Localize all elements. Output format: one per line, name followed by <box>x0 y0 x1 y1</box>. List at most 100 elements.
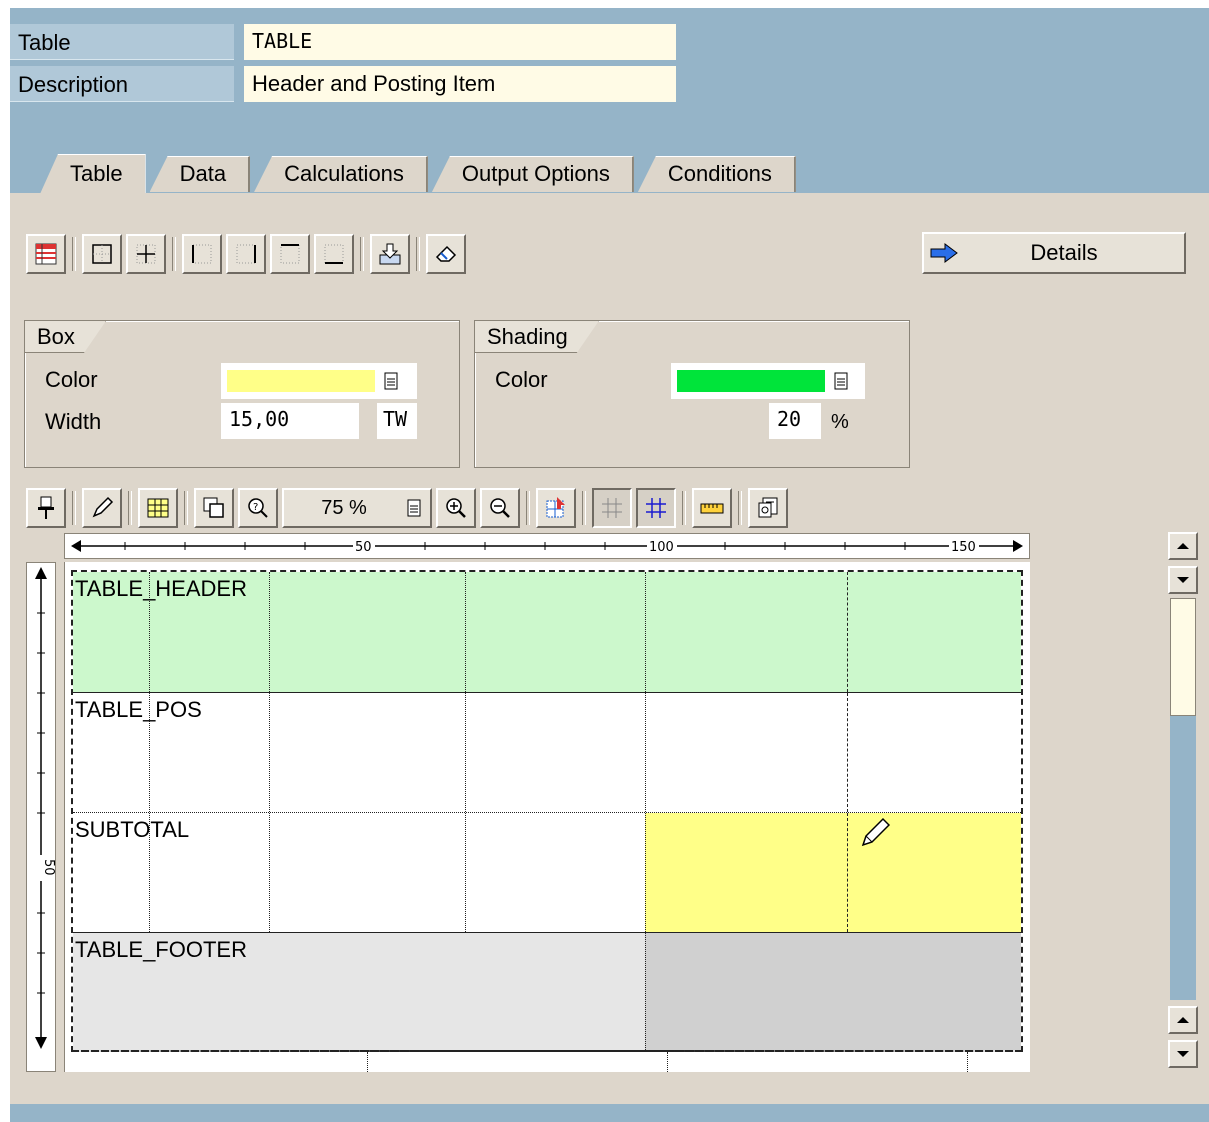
percent-unit: % <box>831 411 849 433</box>
toolbar-separator <box>72 491 76 525</box>
zoom-out-button[interactable] <box>480 488 520 528</box>
details-label: Details <box>1030 240 1098 265</box>
zoom-search-button[interactable]: ? <box>238 488 278 528</box>
scroll-down-button[interactable] <box>1168 1006 1198 1034</box>
form-settings-icon <box>758 497 778 518</box>
right-border-button[interactable] <box>226 234 266 274</box>
toolbar-separator <box>526 491 530 525</box>
vertical-ruler-scale: 50 <box>31 567 56 1049</box>
description-field[interactable]: Header and Posting Item <box>244 66 676 102</box>
scroll-thumb[interactable] <box>1170 598 1196 716</box>
vertical-ruler: 50 <box>26 562 56 1072</box>
pin-button[interactable] <box>26 488 66 528</box>
dropdown-list-icon <box>407 499 421 517</box>
zoom-select[interactable]: 75 % <box>282 488 432 528</box>
right-border-icon <box>236 244 256 264</box>
tab-conditions[interactable]: Conditions <box>637 156 796 192</box>
toolbar-separator <box>72 237 76 271</box>
page-tick <box>667 1052 668 1072</box>
left-border-icon <box>192 244 212 264</box>
pin-icon <box>38 496 54 519</box>
toolbar-separator <box>582 491 586 525</box>
table-row: Table TABLE <box>10 24 676 62</box>
scroll-top-button[interactable] <box>1168 532 1198 560</box>
box-color-picker[interactable] <box>221 363 417 399</box>
settings-button[interactable] <box>748 488 788 528</box>
outer-frame-button[interactable] <box>82 234 122 274</box>
page-tick <box>367 1052 368 1072</box>
toolbar-separator <box>184 491 188 525</box>
color-list-icon <box>384 372 398 390</box>
box-width-unit[interactable]: TW <box>377 403 417 439</box>
toolbar-separator <box>172 237 176 271</box>
scroll-bottom-button[interactable] <box>1168 1040 1198 1068</box>
table-name-field[interactable]: TABLE <box>244 24 676 60</box>
show-grid-button[interactable] <box>592 488 632 528</box>
shading-color-picker[interactable] <box>671 363 865 399</box>
toolbar-separator <box>128 491 132 525</box>
ruler-tick-label: 150 <box>951 540 976 555</box>
table-toolbar <box>26 234 470 274</box>
download-tray-icon <box>379 243 401 265</box>
eraser-button[interactable] <box>426 234 466 274</box>
bottom-border-button[interactable] <box>314 234 354 274</box>
tab-calculations[interactable]: Calculations <box>254 156 428 192</box>
table-layout-button[interactable] <box>26 234 66 274</box>
snap-grid-icon <box>646 498 666 518</box>
ruler-tick-label: 50 <box>355 540 372 555</box>
zoom-in-icon <box>446 498 466 518</box>
tab-table[interactable]: Table <box>40 154 146 194</box>
eraser-icon <box>435 245 457 262</box>
triangle-up-icon <box>1177 1017 1189 1023</box>
table-layout-icon <box>35 243 57 265</box>
box-color-label: Color <box>45 367 98 392</box>
box-width-field[interactable]: 15,00 <box>221 403 359 439</box>
snap-grid-button[interactable] <box>636 488 676 528</box>
triangle-down-icon <box>1177 577 1189 583</box>
tab-output-options[interactable]: Output Options <box>431 156 634 192</box>
copy-icon <box>203 497 224 518</box>
tab-strip: Table Data Calculations Output Options C… <box>40 154 800 194</box>
bottom-border-icon <box>324 244 344 264</box>
select-cells-button[interactable] <box>536 488 576 528</box>
toolbar-separator <box>682 491 686 525</box>
tab-data[interactable]: Data <box>149 156 251 192</box>
table-grid-button[interactable] <box>138 488 178 528</box>
import-button[interactable] <box>370 234 410 274</box>
vertical-scrollbar[interactable] <box>1168 532 1198 1072</box>
top-border-button[interactable] <box>270 234 310 274</box>
triangle-up-icon <box>1177 543 1189 549</box>
details-button[interactable]: Details <box>922 232 1186 274</box>
editor-toolbar: ? 75 % <box>26 488 792 528</box>
page-tick <box>967 1052 968 1072</box>
scroll-up-button[interactable] <box>1168 566 1198 594</box>
description-row: Description Header and Posting Item <box>10 66 676 104</box>
box-group: Box Color Width 15,00 TW <box>24 320 460 468</box>
table-painter-canvas[interactable]: TABLE_HEADER TABLE_POS SUBTOTAL TABLE_FO… <box>64 562 1030 1072</box>
table-grid-icon <box>147 498 169 518</box>
pencil-icon <box>92 496 114 518</box>
top-border-icon <box>280 244 300 264</box>
inner-lines-button[interactable] <box>126 234 166 274</box>
zoom-value: 75 % <box>321 496 367 519</box>
ruler-tick-label: 50 <box>41 859 55 876</box>
left-border-button[interactable] <box>182 234 222 274</box>
box-color-swatch <box>227 370 375 392</box>
status-bar <box>10 1104 1209 1122</box>
arrow-right-icon <box>924 242 964 264</box>
shading-group: Shading Color 20 % <box>474 320 910 468</box>
shading-percent-field[interactable]: 20 <box>769 403 821 439</box>
draw-button[interactable] <box>82 488 122 528</box>
outer-frame-icon <box>92 244 112 264</box>
toolbar-separator <box>416 237 420 271</box>
grid-icon <box>602 498 622 518</box>
toolbar-separator <box>360 237 364 271</box>
ruler-tick-label: 100 <box>649 540 674 555</box>
zoom-in-button[interactable] <box>436 488 476 528</box>
copy-button[interactable] <box>194 488 234 528</box>
ruler-button[interactable] <box>692 488 732 528</box>
table-frame <box>71 570 1023 1052</box>
box-group-title: Box <box>25 321 106 353</box>
ruler-icon <box>700 503 724 514</box>
magnifier-question-icon: ? <box>248 498 268 518</box>
